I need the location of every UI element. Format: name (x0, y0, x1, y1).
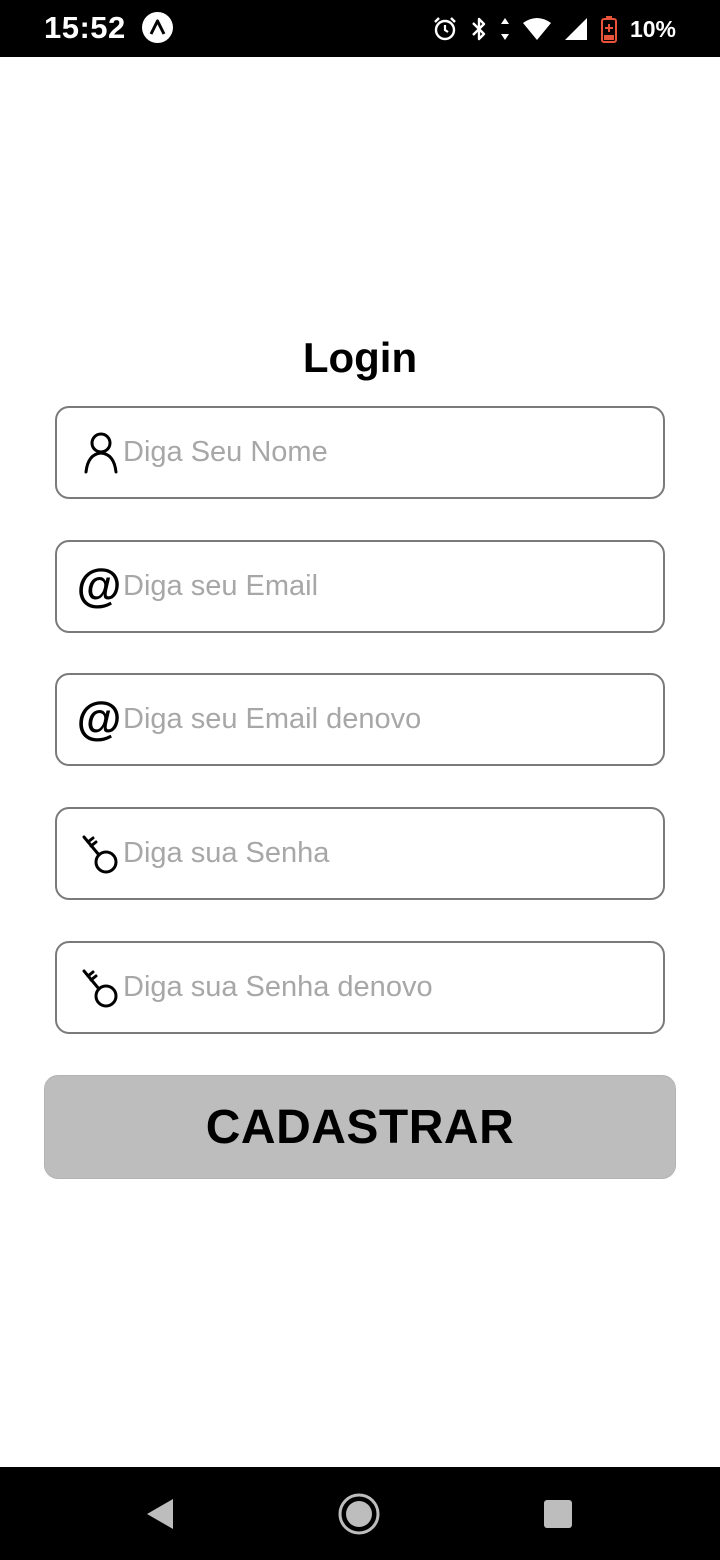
password-field[interactable] (55, 807, 665, 900)
at-icon: @ (76, 559, 122, 611)
status-time: 15:52 (44, 10, 126, 45)
name-field[interactable] (55, 406, 665, 499)
email-field[interactable]: @ (55, 540, 665, 633)
key-icon (77, 829, 125, 879)
email-confirm-field[interactable]: @ (55, 673, 665, 766)
back-button[interactable] (120, 1467, 200, 1560)
email-input[interactable] (123, 542, 653, 631)
signal-icon (564, 18, 587, 40)
home-button[interactable] (319, 1467, 399, 1560)
recent-apps-icon (544, 1499, 572, 1528)
status-icons: 10% (432, 12, 676, 46)
email-confirm-input[interactable] (123, 675, 653, 764)
key-icon (77, 963, 125, 1013)
battery-percent: 10% (629, 15, 676, 42)
back-icon (147, 1498, 173, 1529)
app-badge-icon (142, 12, 173, 43)
cadastrar-button[interactable]: CADASTRAR (44, 1075, 676, 1179)
navigation-bar (0, 1467, 720, 1560)
data-arrows-icon (500, 18, 509, 40)
page-title: Login (302, 334, 418, 381)
wifi-icon (522, 18, 551, 40)
bluetooth-icon (472, 17, 486, 41)
home-icon (338, 1493, 380, 1534)
name-input[interactable] (123, 408, 653, 497)
password-confirm-field[interactable] (55, 941, 665, 1034)
password-confirm-input[interactable] (123, 943, 653, 1032)
recent-apps-button[interactable] (518, 1467, 598, 1560)
at-icon: @ (76, 692, 122, 744)
user-icon (77, 428, 125, 478)
status-bar: 15:52 10% (0, 0, 720, 57)
password-input[interactable] (123, 809, 653, 898)
alarm-icon (434, 17, 456, 41)
battery-low-icon (600, 16, 617, 43)
